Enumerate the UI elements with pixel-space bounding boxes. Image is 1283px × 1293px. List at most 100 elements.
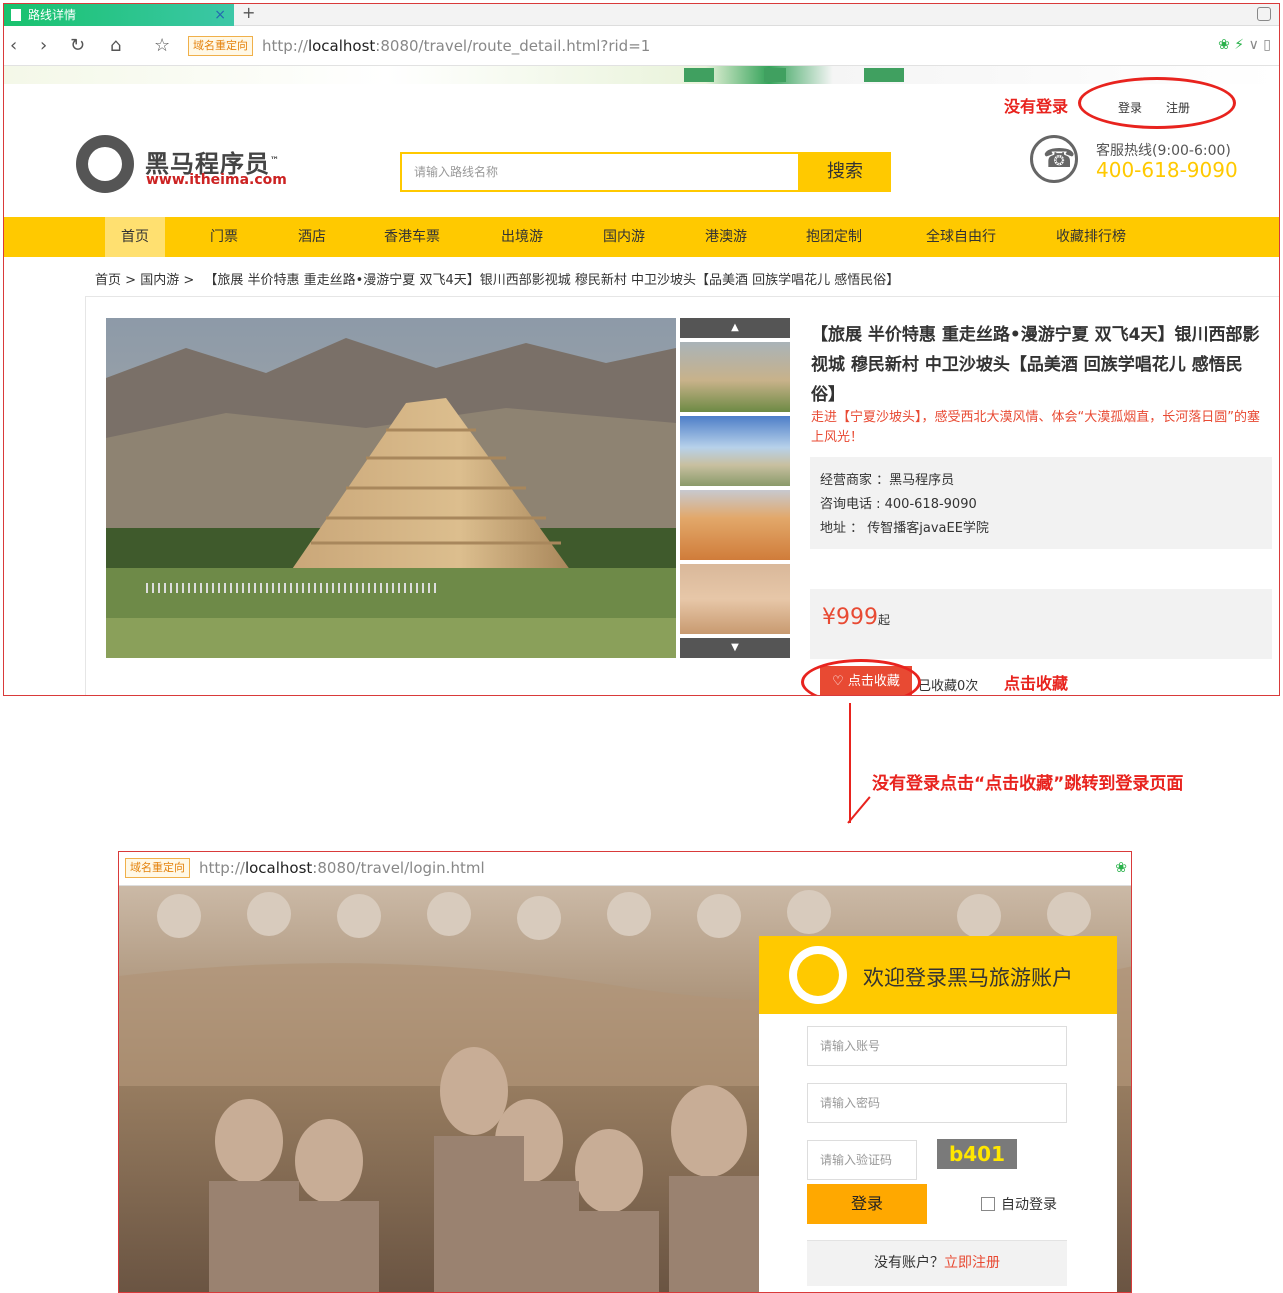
banner-decor bbox=[764, 68, 786, 82]
nav-item-free-travel[interactable]: 全球自由行 bbox=[916, 217, 1006, 257]
forward-icon[interactable]: › bbox=[40, 36, 47, 56]
top-banner bbox=[4, 66, 1279, 84]
price-suffix: 起 bbox=[878, 613, 891, 627]
route-main-image bbox=[106, 318, 676, 658]
main-nav: 首页 门票 酒店 香港车票 出境游 国内游 港澳游 抱团定制 全球自由行 收藏排… bbox=[4, 217, 1279, 257]
breadcrumb-separator: > bbox=[121, 273, 141, 288]
pyramid-photo bbox=[106, 318, 676, 658]
thumbnail-3[interactable] bbox=[680, 490, 790, 560]
breadcrumb-current: 【旅展 半价特惠 重走丝路•漫游宁夏 双飞4天】银川西部影视城 穆民新村 中卫沙… bbox=[204, 273, 900, 288]
annotation-arrow-line bbox=[849, 703, 851, 823]
tab-title: 路线详情 bbox=[28, 8, 77, 22]
search-input[interactable]: 请输入路线名称 bbox=[400, 152, 800, 192]
url-field[interactable]: http://localhost:8080/travel/login.html bbox=[199, 858, 485, 878]
login-browser-window: 域名重定向 http://localhost:8080/travel/login… bbox=[118, 851, 1132, 1293]
auto-login-label: 自动登录 bbox=[1001, 1197, 1057, 1213]
route-title: 【旅展 半价特惠 重走丝路•漫游宁夏 双飞4天】银川西部影视城 穆民新村 中卫沙… bbox=[811, 325, 1260, 405]
seller-info: 经营商家 ：黑马程序员 咨询电话 : 400-618-9090 地址 ： 传智播… bbox=[810, 457, 1272, 549]
seller-name: 经营商家 ：黑马程序员 bbox=[820, 473, 955, 488]
speed-icon[interactable]: ⚡ bbox=[1234, 37, 1244, 53]
login-button[interactable]: 登录 bbox=[807, 1184, 927, 1224]
checkbox-icon[interactable] bbox=[981, 1197, 995, 1211]
register-row: 没有账户？立即注册 bbox=[807, 1240, 1067, 1286]
logo-tm: ™ bbox=[270, 156, 280, 166]
nav-item-hk-bus[interactable]: 香港车票 bbox=[376, 217, 448, 257]
annotation-redirect-note: 没有登录点击“点击收藏”跳转到登录页面 bbox=[872, 774, 1184, 794]
username-input[interactable]: 请输入账号 bbox=[807, 1026, 1067, 1066]
thumb-down-arrow[interactable]: ▼ bbox=[680, 638, 790, 658]
back-icon[interactable]: ‹ bbox=[10, 36, 17, 56]
logo-icon[interactable] bbox=[76, 135, 134, 193]
address-tools: ❀ ⚡ ∨ ▯ bbox=[1218, 37, 1271, 53]
auto-login-checkbox[interactable]: 自动登录 bbox=[981, 1194, 1057, 1214]
favorite-count: 已收藏0次 bbox=[918, 679, 979, 694]
banner-decor bbox=[864, 68, 904, 82]
nav-item-hk-macau[interactable]: 港澳游 bbox=[692, 217, 760, 257]
address-bar: 域名重定向 http://localhost:8080/travel/login… bbox=[119, 852, 1131, 886]
nav-item-hotels[interactable]: 酒店 bbox=[282, 217, 342, 257]
dropdown-icon[interactable]: ∨ bbox=[1249, 37, 1259, 53]
login-header: 欢迎登录黑马旅游账户 bbox=[759, 936, 1117, 1014]
breadcrumb-category[interactable]: 国内游 bbox=[140, 273, 179, 288]
phone-icon: ☎ bbox=[1030, 135, 1078, 183]
no-account-text: 没有账户？ bbox=[874, 1255, 944, 1271]
nav-item-outbound[interactable]: 出境游 bbox=[488, 217, 556, 257]
tab-bar: 路线详情 × + bbox=[4, 4, 1279, 26]
route-detail-browser-window: 路线详情 × + ‹ › ↻ ⌂ ☆ 域名重定向 http://localhos… bbox=[3, 3, 1280, 696]
captcha-image[interactable]: b401 bbox=[937, 1139, 1017, 1169]
breadcrumb: 首页 > 国内游 > 【旅展 半价特惠 重走丝路•漫游宁夏 双飞4天】银川西部影… bbox=[95, 269, 899, 288]
redirect-badge[interactable]: 域名重定向 bbox=[188, 36, 253, 56]
favorite-star-icon[interactable]: ☆ bbox=[154, 36, 170, 56]
url-path: :8080/travel/login.html bbox=[312, 859, 485, 877]
security-icon[interactable]: ❀ bbox=[1115, 860, 1127, 876]
nav-item-home[interactable]: 首页 bbox=[105, 217, 165, 257]
skin-icon[interactable] bbox=[1257, 7, 1271, 21]
tab-route-detail[interactable]: 路线详情 × bbox=[4, 4, 234, 26]
address-bar: ‹ › ↻ ⌂ ☆ 域名重定向 http://localhost:8080/tr… bbox=[4, 26, 1279, 66]
price-value: ¥999 bbox=[822, 605, 878, 630]
register-now-link[interactable]: 立即注册 bbox=[944, 1255, 1000, 1271]
login-panel: 欢迎登录黑马旅游账户 请输入账号 请输入密码 请输入验证码 b401 登录 自动… bbox=[759, 936, 1117, 1292]
device-icon[interactable]: ▯ bbox=[1263, 37, 1271, 53]
thumbnail-1[interactable] bbox=[680, 342, 790, 412]
nav-item-tickets[interactable]: 门票 bbox=[194, 217, 254, 257]
thumb-up-arrow[interactable]: ▲ bbox=[680, 318, 790, 338]
price-box: ¥999起 bbox=[810, 589, 1272, 659]
security-icon[interactable]: ❀ bbox=[1218, 37, 1230, 53]
close-tab-icon[interactable]: × bbox=[214, 4, 226, 26]
logo-icon bbox=[789, 946, 847, 1004]
breadcrumb-separator: > bbox=[179, 273, 199, 288]
seller-phone: 咨询电话 : 400-618-9090 bbox=[820, 497, 977, 512]
route-subtitle: 走进【宁夏沙坡头】，感受西北大漠风情、体会“大漠孤烟直，长河落日圆”的塞上风光！ bbox=[811, 410, 1260, 445]
nav-item-favorites-ranking[interactable]: 收藏排行榜 bbox=[1044, 217, 1138, 257]
thumbnail-4[interactable] bbox=[680, 564, 790, 634]
captcha-input[interactable]: 请输入验证码 bbox=[807, 1140, 917, 1180]
login-title: 欢迎登录黑马旅游账户 bbox=[863, 966, 1073, 990]
annotation-click-favorite: 点击收藏 bbox=[1004, 674, 1069, 693]
nav-item-domestic[interactable]: 国内游 bbox=[590, 217, 658, 257]
redirect-badge[interactable]: 域名重定向 bbox=[125, 858, 190, 878]
breadcrumb-home[interactable]: 首页 bbox=[95, 273, 121, 288]
url-prefix: http:// bbox=[199, 859, 245, 877]
url-host: localhost bbox=[244, 859, 313, 877]
hotline-number: 400-618-9090 bbox=[1096, 158, 1238, 182]
url-field[interactable]: http://localhost:8080/travel/route_detai… bbox=[262, 36, 650, 56]
password-input[interactable]: 请输入密码 bbox=[807, 1083, 1067, 1123]
nav-item-group-custom[interactable]: 抱团定制 bbox=[796, 217, 872, 257]
banner-decor bbox=[684, 68, 714, 82]
annotation-ellipse-login bbox=[1078, 77, 1236, 129]
home-icon[interactable]: ⌂ bbox=[110, 36, 121, 56]
hotline-label: 客服热线(9:00-6:00) bbox=[1096, 143, 1231, 159]
url-host: localhost bbox=[307, 37, 376, 55]
search-button[interactable]: 搜索 bbox=[799, 152, 891, 192]
url-prefix: http:// bbox=[262, 37, 308, 55]
thumbnail-2[interactable] bbox=[680, 416, 790, 486]
document-icon bbox=[11, 9, 21, 21]
new-tab-icon[interactable]: + bbox=[242, 4, 255, 22]
thumbnail-strip: ▲ ▼ bbox=[680, 318, 790, 658]
reload-icon[interactable]: ↻ bbox=[70, 36, 85, 56]
annotation-not-logged-in: 没有登录 bbox=[1004, 97, 1069, 116]
url-path: :8080/travel/route_detail.html?rid=1 bbox=[375, 37, 651, 55]
logo-url: www.itheima.com bbox=[146, 172, 287, 188]
route-price: ¥999起 bbox=[822, 605, 890, 630]
